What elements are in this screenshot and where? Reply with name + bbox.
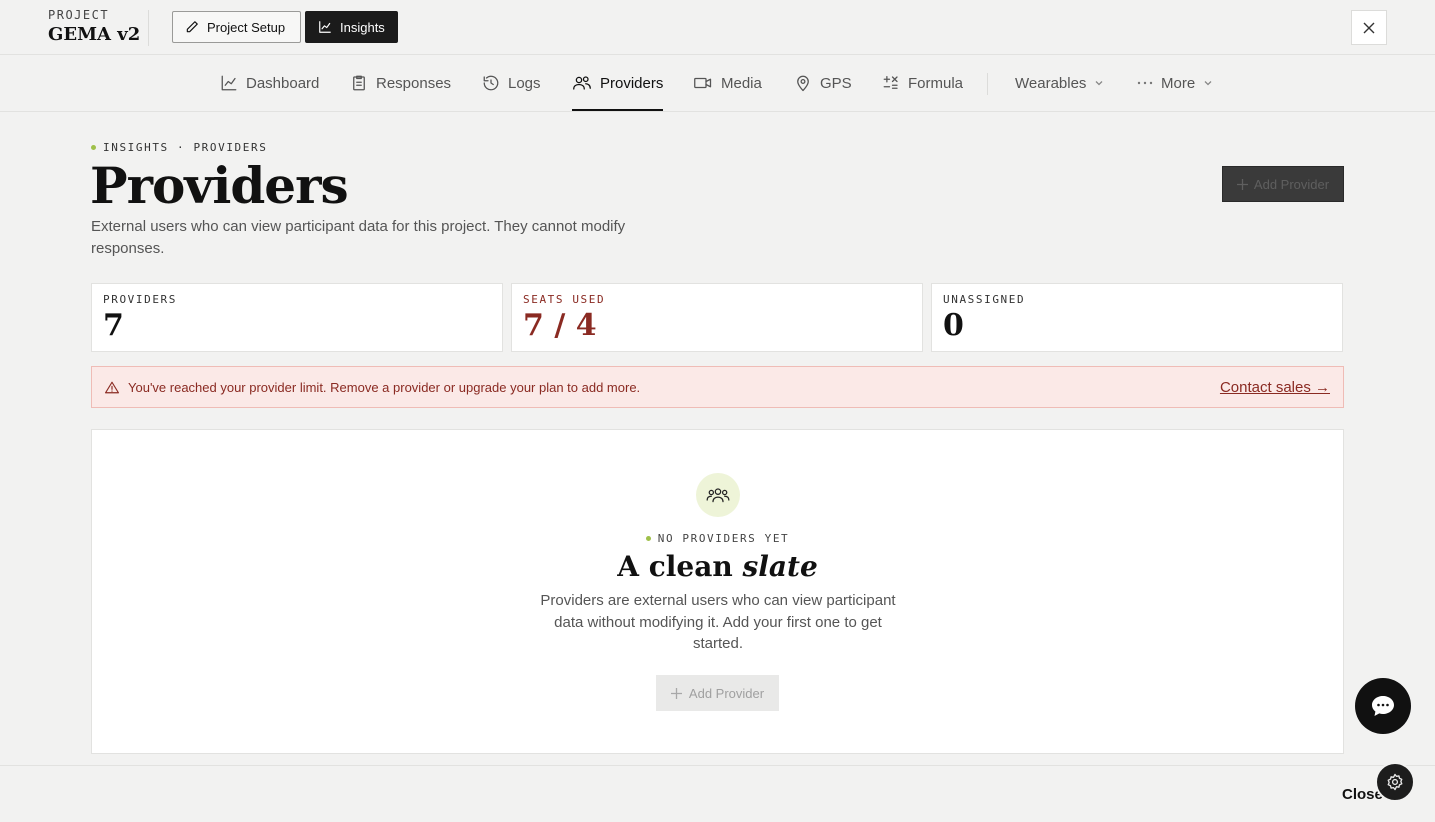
tab-responses[interactable]: Responses xyxy=(350,55,451,111)
alert-text: You've reached your provider limit. Remo… xyxy=(128,379,641,395)
plus-icon xyxy=(1236,178,1248,190)
clipboard-icon xyxy=(350,74,368,92)
tab-label: Formula xyxy=(908,74,964,92)
stat-unassigned: UNASSIGNED 0 xyxy=(931,283,1343,352)
users-icon xyxy=(696,473,740,517)
settings-button[interactable] xyxy=(1375,762,1415,802)
empty-label-text: NO PROVIDERS YET xyxy=(657,532,790,545)
chart-line-icon xyxy=(318,20,332,34)
tab-formula[interactable]: Formula xyxy=(882,55,963,111)
tab-label: Logs xyxy=(508,74,541,92)
close-button[interactable] xyxy=(1351,10,1387,45)
empty-description: Providers are external users who can vie… xyxy=(540,592,896,652)
add-provider-empty-button[interactable]: Add Provider xyxy=(656,675,779,711)
add-provider-empty-label: Add Provider xyxy=(688,685,765,701)
warning-icon xyxy=(105,381,119,394)
plus-icon xyxy=(670,687,682,699)
chevron-down-icon xyxy=(1203,78,1213,88)
chart-line-icon xyxy=(220,74,238,92)
top-bar: PROJECT GEMA v2 Project Setup Insights xyxy=(0,0,1435,55)
tab-more[interactable]: More xyxy=(1137,55,1213,111)
stat-value: 7 / 4 xyxy=(523,308,597,343)
pencil-icon xyxy=(185,20,199,34)
empty-title-plain: A clean xyxy=(617,550,743,583)
history-icon xyxy=(482,74,500,92)
stat-label: SEATS USED xyxy=(523,293,606,306)
tab-label: Dashboard xyxy=(246,74,320,92)
empty-title: A clean slate xyxy=(92,550,1343,583)
close-icon xyxy=(1363,22,1375,34)
empty-label: NO PROVIDERS YET xyxy=(92,532,1343,545)
stat-value: 7 xyxy=(103,308,124,343)
tab-gps[interactable]: GPS xyxy=(794,55,852,111)
project-setup-button[interactable]: Project Setup xyxy=(172,11,301,43)
tab-label: Responses xyxy=(376,74,452,92)
tab-wearables[interactable]: Wearables xyxy=(1015,55,1104,111)
tab-bar: Dashboard Responses Logs Providers Media… xyxy=(0,55,1435,112)
add-provider-label: Add Provider xyxy=(1253,176,1330,192)
stat-providers: PROVIDERS 7 xyxy=(91,283,503,352)
map-pin-icon xyxy=(794,74,812,92)
empty-title-emphasis: slate xyxy=(742,550,818,583)
breadcrumb-text: INSIGHTS · PROVIDERS xyxy=(103,141,268,154)
project-label: PROJECT xyxy=(48,8,110,22)
tab-dashboard[interactable]: Dashboard xyxy=(220,55,319,111)
tab-label: More xyxy=(1161,74,1196,92)
page-description: External users who can view participant … xyxy=(91,218,626,257)
tab-providers[interactable]: Providers xyxy=(572,55,664,111)
limit-alert: You've reached your provider limit. Remo… xyxy=(91,366,1344,408)
video-icon xyxy=(693,74,713,92)
tab-divider xyxy=(987,73,988,95)
status-dot xyxy=(91,145,96,150)
contact-sales-link[interactable]: Contact sales → xyxy=(1220,379,1330,396)
stat-label: PROVIDERS xyxy=(103,293,178,306)
users-icon xyxy=(572,74,592,92)
project-setup-label: Project Setup xyxy=(207,19,286,35)
tab-label: Media xyxy=(721,74,762,92)
gear-icon xyxy=(1386,773,1404,791)
page-title: Providers xyxy=(90,156,349,215)
status-dot xyxy=(645,536,651,541)
tab-logs[interactable]: Logs xyxy=(482,55,541,111)
footer-bar: Close xyxy=(0,765,1435,822)
stat-seats-used: SEATS USED 7 / 4 xyxy=(511,283,923,352)
chat-bubble-icon xyxy=(1371,695,1395,717)
formula-icon xyxy=(882,74,900,92)
divider xyxy=(148,10,149,46)
insights-button[interactable]: Insights xyxy=(305,11,398,43)
breadcrumb: INSIGHTS · PROVIDERS xyxy=(91,141,267,154)
tab-label: Providers xyxy=(600,74,664,92)
empty-state-panel: NO PROVIDERS YET A clean slate Providers… xyxy=(91,429,1344,754)
tab-label: GPS xyxy=(820,74,852,92)
chevron-down-icon xyxy=(1094,78,1104,88)
add-provider-button[interactable]: Add Provider xyxy=(1222,166,1344,202)
tab-media[interactable]: Media xyxy=(693,55,762,111)
stat-label: UNASSIGNED xyxy=(943,293,1026,306)
insights-label: Insights xyxy=(340,19,385,35)
stat-value: 0 xyxy=(943,308,964,343)
chat-button[interactable] xyxy=(1355,678,1411,734)
ellipsis-icon xyxy=(1137,80,1153,86)
tab-label: Wearables xyxy=(1015,74,1087,92)
project-name: GEMA v2 xyxy=(48,24,141,45)
